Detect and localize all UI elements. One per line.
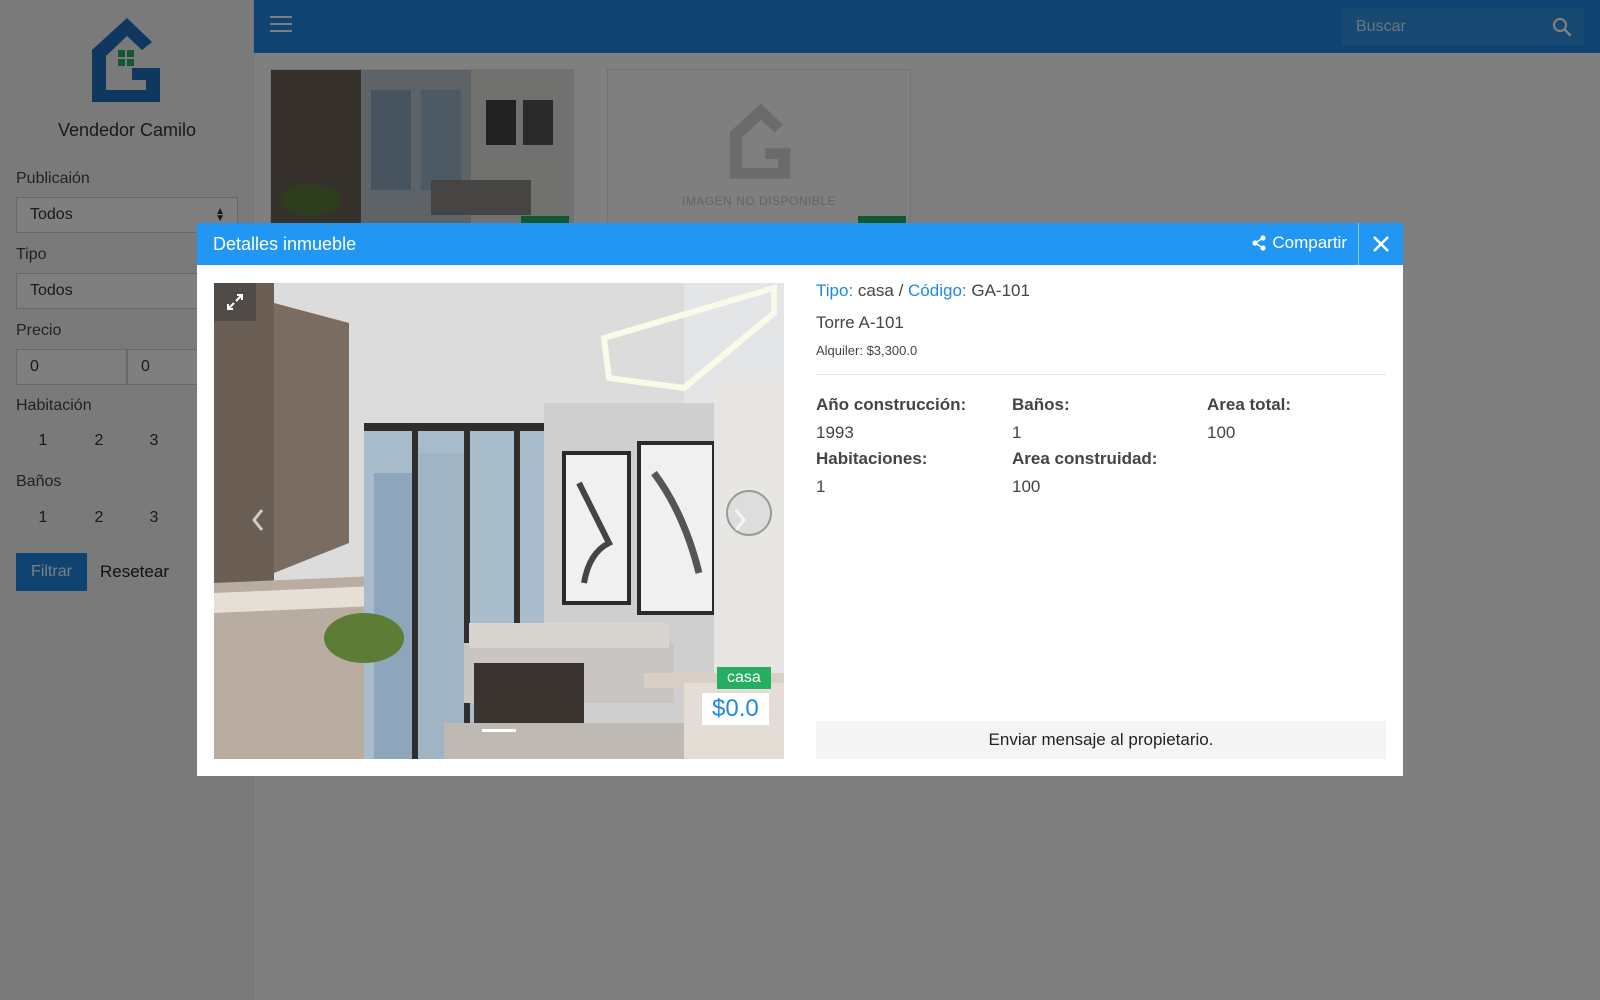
detail-rooms: Habitaciones: 1 — [816, 449, 1006, 497]
expand-button[interactable] — [214, 283, 256, 321]
detail-value: 100 — [1207, 423, 1236, 442]
photo-price-badge: $0.0 — [702, 693, 769, 725]
detail-label: Año construcción: — [816, 395, 967, 414]
details-grid: Año construcción: 1993 Baños: 1 Area tot… — [816, 395, 1386, 497]
detail-year: Año construcción: 1993 — [816, 395, 1006, 443]
carousel-indicator[interactable] — [482, 729, 516, 732]
detail-label: Area total: — [1207, 395, 1292, 414]
chevron-right-icon[interactable] — [730, 505, 750, 535]
modal-title: Detalles inmueble — [213, 234, 357, 254]
photo-type-badge: casa — [717, 667, 771, 689]
type-value: casa — [857, 281, 894, 300]
detail-value: 100 — [1012, 477, 1041, 496]
detail-value: 1 — [816, 477, 826, 496]
property-name: Torre A-101 — [816, 313, 904, 332]
detail-baths: Baños: 1 — [1012, 395, 1202, 443]
code-label: Código: — [908, 281, 967, 300]
type-code-line: Tipo: casa / Código: GA-101 — [816, 281, 1386, 301]
expand-icon — [227, 294, 243, 310]
detail-built-area: Area construidad: 100 — [1012, 449, 1202, 497]
modal-header: Detalles inmueble Compartir — [197, 223, 1403, 265]
chevron-left-icon[interactable] — [248, 505, 268, 535]
detail-value: 1 — [1012, 423, 1022, 442]
detail-label: Baños: — [1012, 395, 1070, 414]
property-photo — [214, 283, 784, 759]
property-details-modal: Detalles inmueble Compartir casa $0.0 Ti… — [197, 223, 1403, 776]
separator: / — [898, 281, 904, 300]
detail-label: Habitaciones: — [816, 449, 928, 468]
detail-total-area: Area total: 100 — [1207, 395, 1397, 443]
share-label: Compartir — [1272, 233, 1347, 252]
detail-value: 1993 — [816, 423, 854, 442]
rent-price: Alquiler: $3,300.0 — [816, 343, 918, 358]
photo-carousel[interactable]: casa $0.0 — [214, 283, 784, 759]
type-label: Tipo: — [816, 281, 854, 300]
code-value: GA-101 — [971, 281, 1030, 300]
detail-label: Area construidad: — [1012, 449, 1158, 468]
contact-owner-button[interactable]: Enviar mensaje al propietario. — [816, 721, 1386, 759]
divider — [816, 374, 1386, 375]
property-info: Tipo: casa / Código: GA-101 Torre A-101 … — [816, 281, 1386, 497]
share-button[interactable]: Compartir — [1251, 233, 1347, 253]
close-button[interactable] — [1359, 223, 1403, 265]
close-icon — [1373, 236, 1389, 252]
share-icon — [1252, 235, 1266, 251]
